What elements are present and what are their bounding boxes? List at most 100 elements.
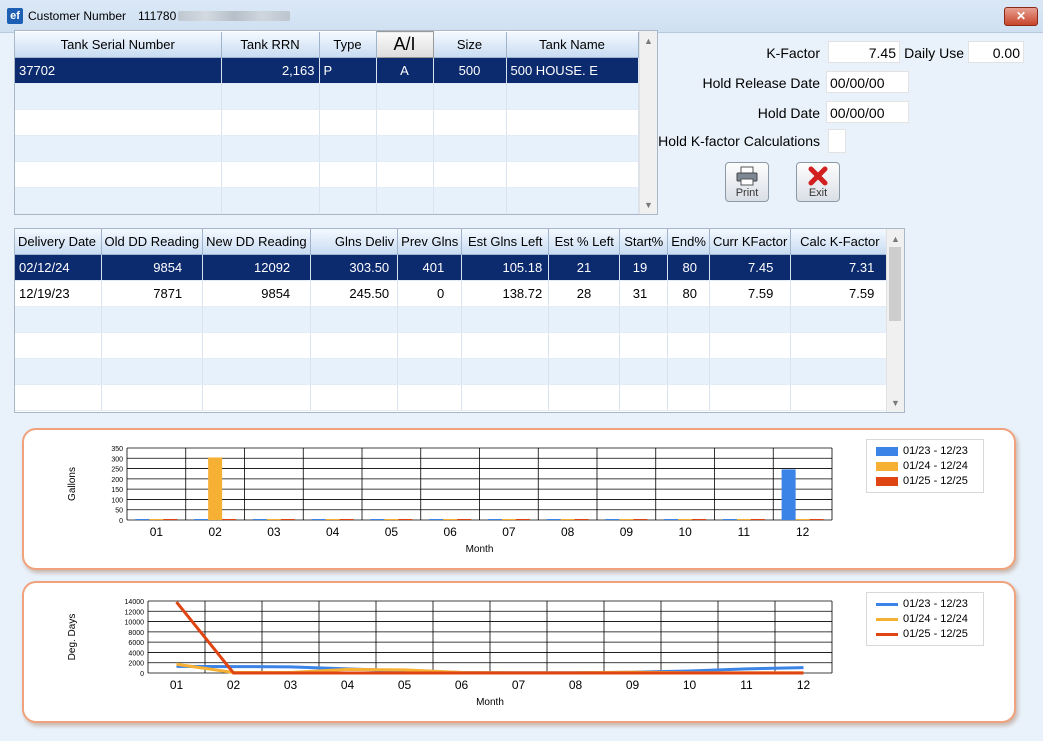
col-tank-rrn[interactable]: Tank RRN [221,31,320,58]
x-tick-label: 09 [620,525,634,539]
bar [574,519,589,520]
y-tick-label: 14000 [125,599,145,606]
cell-curr-kfactor: 7.59 [709,280,792,307]
col-old-dd-reading[interactable]: Old DD Reading [101,229,204,255]
y-tick-label: 200 [111,477,123,484]
bar [325,519,340,520]
col-active-inactive[interactable]: A/I [375,31,434,58]
cell-start-pct: 19 [619,254,669,281]
table-row-empty[interactable] [15,83,639,110]
col-calc-kfactor[interactable]: Calc K-Factor [790,229,890,255]
bar [252,519,267,520]
scroll-down-icon[interactable]: ▼ [887,395,904,411]
table-row[interactable]: 02/12/24 9854 12092 303.50 401 105.18 21… [15,254,890,281]
bar [370,519,385,520]
hold-date-field[interactable]: 00/00/00 [826,101,909,123]
col-prev-glns[interactable]: Prev Glns [397,229,463,255]
col-size[interactable]: Size [433,31,507,58]
col-delivery-date[interactable]: Delivery Date [15,229,102,255]
table-row[interactable]: 12/19/23 7871 9854 245.50 0 138.72 28 31… [15,280,890,307]
x-tick-label: 11 [738,525,751,539]
table-row-empty[interactable] [15,161,639,188]
table-row-empty[interactable] [15,306,890,333]
col-curr-kfactor[interactable]: Curr KFactor [709,229,792,255]
table-row-empty[interactable] [15,187,639,214]
bar [222,519,237,520]
close-icon[interactable]: ✕ [1004,7,1038,26]
cell-prev-glns: 0 [397,280,463,307]
x-tick-label: 02 [227,678,241,692]
bar [487,519,502,520]
bar [736,519,751,520]
bar [163,519,178,520]
x-tick-label: 09 [626,678,640,692]
legend-item: 01/23 - 12/23 [876,598,968,610]
legend-line [876,617,898,621]
col-est-glns-left[interactable]: Est Glns Left [461,229,550,255]
delivery-table: Delivery Date Old DD Reading New DD Read… [15,229,890,411]
table-row-empty[interactable] [15,109,639,136]
y-tick-label: 250 [111,467,123,474]
print-label: Print [735,187,759,199]
cell-end-pct: 80 [667,280,710,307]
col-tank-name[interactable]: Tank Name [506,31,639,58]
exit-button[interactable]: Exit [796,162,840,202]
y-tick-label: 4000 [128,650,144,657]
x-tick-label: 12 [796,525,810,539]
table-row-empty[interactable] [15,358,890,385]
legend-line [876,602,898,606]
tank-table-scrollbar[interactable]: ▲ ▼ [639,31,657,214]
hold-release-field[interactable]: 00/00/00 [826,71,909,93]
col-start-pct[interactable]: Start% [619,229,669,255]
window-title: Customer Number [28,9,127,23]
hold-kfactor-checkbox[interactable] [828,129,846,153]
col-new-dd-reading[interactable]: New DD Reading [202,229,312,255]
cell-est-pct-left: 28 [548,280,621,307]
kfactor-field[interactable]: 7.45 [828,41,900,63]
print-button[interactable]: Print [725,162,769,202]
bar [194,519,209,520]
hold-release-label: Hold Release Date [702,75,820,91]
col-est-pct-left[interactable]: Est % Left [548,229,621,255]
table-row-empty[interactable] [15,332,890,359]
col-end-pct[interactable]: End% [667,229,710,255]
delivery-table-scrollbar[interactable]: ▲ ▼ [886,229,904,412]
col-type[interactable]: Type [319,31,377,58]
x-tick-label: 06 [443,525,457,539]
bar [443,519,458,520]
app-logo-icon: ef [7,8,23,24]
bar [457,519,472,520]
scroll-up-icon[interactable]: ▲ [887,231,904,247]
table-row-empty[interactable] [15,135,639,162]
scroll-down-icon[interactable]: ▼ [640,197,657,213]
table-row[interactable]: 37702 2,163 P A 500 500 HOUSE. E [15,57,639,84]
title-bar: ef Customer Number 111780 ✕ [0,0,1043,33]
bar [619,519,634,520]
cell-new-dd: 12092 [202,254,312,281]
delivery-table-panel: Delivery Date Old DD Reading New DD Read… [14,228,905,413]
y-tick-label: 100 [111,497,123,504]
col-tank-serial[interactable]: Tank Serial Number [15,31,222,58]
daily-use-label: Daily Use [904,45,964,61]
cell-ai: A [376,57,434,84]
col-glns-deliv[interactable]: Glns Deliv [310,229,399,255]
bar [560,519,575,520]
legend-item: 01/25 - 12/25 [876,475,968,487]
tank-table-panel: Tank Serial Number Tank RRN Type A/I Siz… [14,30,658,215]
bar [809,519,824,520]
x-tick-label: 05 [398,678,412,692]
table-row-empty[interactable] [15,384,890,411]
cell-glns-deliv: 245.50 [310,280,399,307]
cell-calc-kfactor: 7.59 [790,280,890,307]
y-tick-label: 150 [111,487,123,494]
bar [605,519,620,520]
scroll-up-icon[interactable]: ▲ [640,33,657,49]
bar [664,519,679,520]
x-tick-label: 01 [150,525,164,539]
y-tick-label: 0 [140,671,144,678]
daily-use-field[interactable]: 0.00 [968,41,1024,63]
gallons-legend: 01/23 - 12/23 01/24 - 12/24 01/25 - 12/2… [866,439,984,493]
cell-glns-deliv: 303.50 [310,254,399,281]
cell-rrn: 2,163 [221,57,320,84]
scroll-thumb[interactable] [889,247,901,321]
